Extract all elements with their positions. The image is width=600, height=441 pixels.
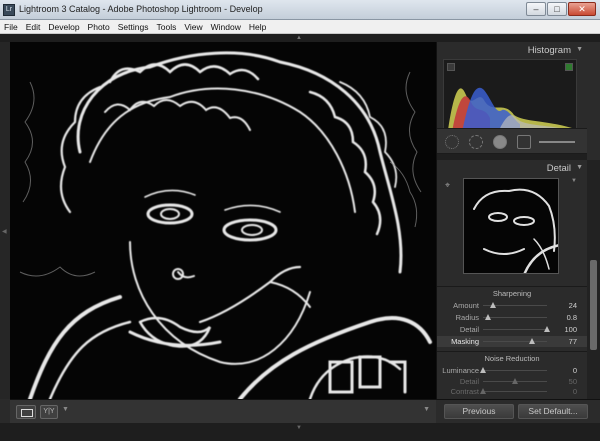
before-after-view-button[interactable]: Y|Y (40, 405, 58, 419)
menu-window[interactable]: Window (207, 20, 245, 33)
section-divider (437, 286, 587, 287)
menu-view[interactable]: View (180, 20, 206, 33)
graduated-filter-icon[interactable] (517, 135, 531, 149)
masking-label: Masking (451, 337, 479, 346)
set-default-button[interactable]: Set Default... (518, 404, 588, 419)
histogram-curves (448, 87, 572, 132)
red-eye-tool-icon[interactable] (493, 135, 507, 149)
detail-slider[interactable]: Detail 100 (437, 325, 587, 334)
radius-slider[interactable]: Radius 0.8 (437, 313, 587, 322)
noise-detail-track[interactable] (483, 378, 547, 384)
top-panel-toggle-icon[interactable]: ▲ (296, 35, 302, 41)
scrollbar-thumb[interactable] (590, 260, 597, 350)
amount-slider[interactable]: Amount 24 (437, 301, 587, 310)
section-divider (437, 351, 587, 352)
amount-label: Amount (453, 301, 479, 310)
histogram-collapse-icon[interactable]: ▼ (576, 46, 583, 53)
view-options-dropdown-icon[interactable]: ▼ (62, 406, 69, 413)
detail-value[interactable]: 100 (564, 325, 577, 334)
left-panel-strip[interactable]: ◀ (0, 42, 10, 399)
main-photo-view[interactable] (10, 42, 436, 399)
menu-help[interactable]: Help (245, 20, 270, 33)
noise-detail-slider[interactable]: Detail 50 (437, 377, 587, 386)
sharpening-heading: Sharpening (492, 289, 532, 298)
detail-preview-image[interactable] (463, 178, 559, 274)
detail-title: Detail (546, 163, 571, 174)
window-controls: – □ ✕ (526, 2, 596, 16)
bottom-panel-toggle-icon[interactable]: ▼ (296, 425, 302, 431)
toolbar-menu-icon[interactable]: ▼ (423, 406, 430, 413)
masking-slider[interactable]: Masking 77 (437, 337, 587, 346)
noise-detail-label: Detail (459, 377, 479, 386)
masking-value[interactable]: 77 (569, 337, 577, 346)
detail-header[interactable]: Detail ▼ (437, 160, 587, 176)
edge-mask-image (19, 51, 432, 399)
masking-track[interactable] (483, 338, 547, 344)
loupe-view-button[interactable] (16, 405, 36, 419)
luminance-slider[interactable]: Luminance 0 (437, 366, 587, 375)
shadow-clipping-icon[interactable] (447, 63, 455, 71)
noise-detail-value[interactable]: 50 (569, 377, 577, 386)
luminance-thumb[interactable] (480, 367, 486, 373)
luminance-track[interactable] (480, 367, 547, 373)
menu-develop[interactable]: Develop (44, 20, 83, 33)
noise-contrast-label: Contrast (450, 387, 479, 396)
menu-photo[interactable]: Photo (84, 20, 114, 33)
luminance-value[interactable]: 0 (573, 366, 577, 375)
tool-strip (437, 128, 587, 154)
adjustment-brush-icon[interactable] (539, 141, 575, 143)
radius-thumb[interactable] (485, 314, 492, 320)
lightroom-app-icon[interactable]: Lr (3, 4, 15, 16)
bottom-panel-strip[interactable]: ▼ (0, 423, 600, 441)
maximize-button[interactable]: □ (547, 2, 567, 16)
amount-thumb[interactable] (490, 302, 497, 308)
radius-track[interactable] (483, 314, 547, 320)
histogram-graph[interactable] (443, 59, 577, 137)
target-adjustment-icon[interactable]: ⌖ (445, 180, 455, 190)
histogram-title: Histogram (527, 45, 571, 56)
close-button[interactable]: ✕ (568, 2, 596, 16)
noise-contrast-slider[interactable]: Contrast 0 (437, 387, 587, 396)
title-bar: Lr Lightroom 3 Catalog - Adobe Photoshop… (0, 0, 600, 20)
noise-contrast-thumb[interactable] (480, 388, 486, 394)
minimize-button[interactable]: – (526, 2, 546, 16)
detail-track[interactable] (483, 326, 550, 332)
spot-removal-tool-icon[interactable] (469, 135, 483, 149)
masking-thumb[interactable] (529, 338, 536, 344)
bottom-toolbar: Y|Y ▼ ▼ (10, 399, 436, 423)
detail-collapse-icon[interactable]: ▼ (576, 164, 583, 171)
preview-edge-mask (473, 188, 558, 273)
window-title: Lightroom 3 Catalog - Adobe Photoshop Li… (19, 4, 263, 14)
noise-detail-thumb[interactable] (512, 378, 518, 384)
luminance-label: Luminance (442, 366, 479, 375)
detail-thumb[interactable] (544, 326, 550, 332)
amount-track[interactable] (483, 302, 547, 308)
crop-overlay-tool-icon[interactable] (445, 135, 459, 149)
histogram-header[interactable]: Histogram ▼ (437, 42, 587, 58)
detail-label: Detail (459, 325, 479, 334)
menu-file[interactable]: File (0, 20, 22, 33)
radius-value[interactable]: 0.8 (567, 313, 577, 322)
amount-value[interactable]: 24 (569, 301, 577, 310)
noise-reduction-heading: Noise Reduction (484, 354, 540, 363)
menu-tools[interactable]: Tools (152, 20, 180, 33)
panel-buttons: Previous Set Default... (436, 399, 600, 423)
left-panel-toggle-icon[interactable]: ◀ (2, 228, 7, 235)
panel-scrollbar[interactable] (587, 160, 600, 400)
highlight-clipping-icon[interactable] (565, 63, 573, 71)
right-panel: Histogram ▼ Detail ▼ ⌖ ▼ Sharpening Amou… (436, 42, 600, 400)
menu-edit[interactable]: Edit (22, 20, 45, 33)
menu-settings[interactable]: Settings (114, 20, 153, 33)
noise-contrast-value[interactable]: 0 (573, 387, 577, 396)
menu-bar: File Edit Develop Photo Settings Tools V… (0, 20, 600, 34)
radius-label: Radius (455, 313, 479, 322)
preview-toggle-icon[interactable]: ▼ (571, 178, 577, 184)
noise-contrast-track[interactable] (480, 388, 547, 394)
previous-button[interactable]: Previous (444, 404, 514, 419)
